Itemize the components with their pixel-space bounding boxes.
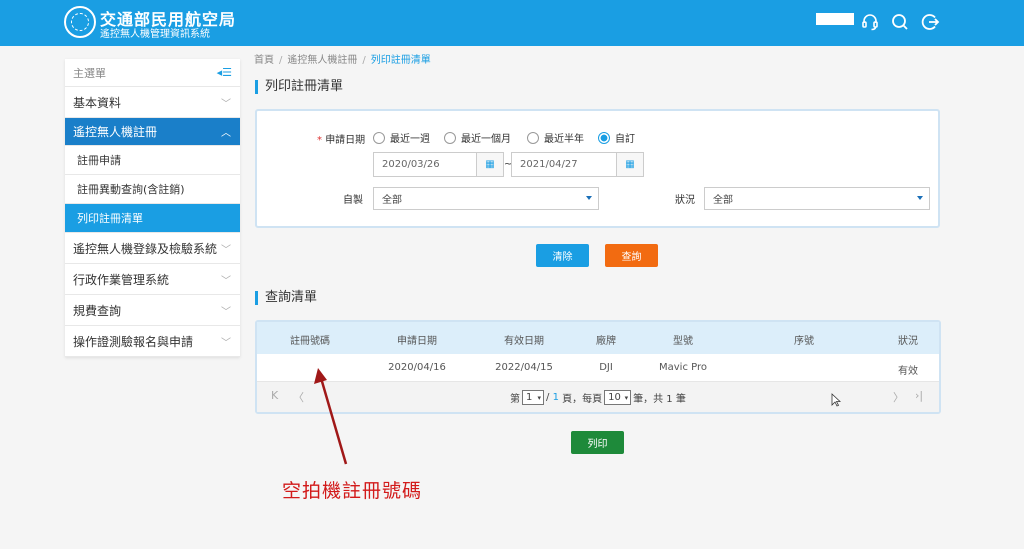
sidebar-item-label: 基本資料 xyxy=(73,95,122,110)
calendar-icon[interactable]: ▦ xyxy=(616,152,644,177)
pager-prefix: 第 xyxy=(510,394,520,405)
select-value: 全部 xyxy=(382,195,402,206)
chevron-down-icon: ﹀ xyxy=(221,275,231,287)
radio-dot-selected xyxy=(598,131,610,144)
sidebar-header: 主選單 ◂☰ xyxy=(65,59,240,87)
column-header[interactable]: 序號 xyxy=(794,332,814,347)
radio-last-half-year[interactable]: 最近半年 xyxy=(527,130,584,145)
cell-valid-date: 2022/04/15 xyxy=(495,362,553,373)
sidebar-item-exam-registration[interactable]: 操作證測驗報名與申請 ﹀ xyxy=(65,326,240,357)
date-to-input[interactable]: 2021/04/27 xyxy=(511,152,617,177)
date-label: * 申請日期 xyxy=(317,135,366,146)
chevron-down-icon: ﹀ xyxy=(221,98,231,110)
pager-slash: / xyxy=(546,392,550,403)
sidebar-item-label: 遙控無人機登錄及檢驗系統 xyxy=(73,241,218,256)
user-name-box[interactable] xyxy=(816,13,854,25)
status-select[interactable]: 全部 xyxy=(704,187,930,210)
page-select[interactable]: 1 ▾ xyxy=(522,390,544,405)
sidebar-subitem-apply[interactable]: 註冊申請 xyxy=(65,146,240,175)
column-header[interactable]: 有效日期 xyxy=(504,332,544,347)
sidebar: 主選單 ◂☰ 基本資料 ﹀ 遙控無人機註冊 ︿ 註冊申請 註冊異動查詢(含註銷)… xyxy=(65,59,240,357)
sidebar-subitem-print-list[interactable]: 列印註冊清單 xyxy=(65,204,240,233)
last-page-icon[interactable]: ›| xyxy=(915,389,923,402)
print-button[interactable]: 列印 xyxy=(571,431,624,454)
app-header: 交通部民用航空局 遙控無人機管理資訊系統 xyxy=(0,0,1024,46)
chevron-down-icon: ﹀ xyxy=(221,244,231,256)
cell-model: Mavic Pro xyxy=(659,362,707,373)
logout-icon[interactable] xyxy=(920,12,940,32)
column-header[interactable]: 型號 xyxy=(673,332,693,347)
column-header[interactable]: 廠牌 xyxy=(596,332,616,347)
sidebar-item-fee-query[interactable]: 規費查詢 ﹀ xyxy=(65,295,240,326)
sidebar-item-drone-registration[interactable]: 遙控無人機註冊 ︿ xyxy=(65,118,240,146)
radio-dot xyxy=(373,131,385,144)
sidebar-item-label: 規費查詢 xyxy=(73,303,122,318)
breadcrumb-home[interactable]: 首頁 xyxy=(254,55,274,66)
next-page-icon[interactable]: 〉 xyxy=(893,389,904,405)
chevron-down-icon: ﹀ xyxy=(221,306,231,318)
breadcrumb: 首頁 / 遙控無人機註冊 / 列印註冊清單 xyxy=(254,55,431,66)
caret-down-icon xyxy=(917,196,923,200)
results-title: 查詢清單 xyxy=(255,291,317,305)
sidebar-item-label: 操作證測驗報名與申請 xyxy=(73,334,194,349)
query-button[interactable]: 查詢 xyxy=(605,244,658,267)
caa-logo xyxy=(64,6,96,38)
column-header[interactable]: 申請日期 xyxy=(397,332,437,347)
cell-apply-date: 2020/04/16 xyxy=(388,362,446,373)
pager-info: 第 1 ▾ / 1 頁，每頁 10 ▾ 筆，共 1 筆 xyxy=(510,390,686,405)
cell-brand: DJI xyxy=(599,362,613,373)
per-page-select[interactable]: 10 ▾ xyxy=(604,390,632,405)
sidebar-item-label: 行政作業管理系統 xyxy=(73,272,170,287)
prev-page-icon[interactable]: 〈 xyxy=(293,389,304,405)
annotation-label: 空拍機註冊號碼 xyxy=(282,480,423,502)
page-title: 列印註冊清單 xyxy=(255,80,343,94)
menu-toggle-icon[interactable]: ◂☰ xyxy=(217,66,232,79)
sidebar-item-inspection-system[interactable]: 遙控無人機登錄及檢驗系統 ﹀ xyxy=(65,233,240,264)
chevron-up-icon: ︿ xyxy=(221,128,231,139)
sidebar-subitem-change-query[interactable]: 註冊異動查詢(含註銷) xyxy=(65,175,240,204)
breadcrumb-registration[interactable]: 遙控無人機註冊 xyxy=(287,55,357,66)
support-icon[interactable] xyxy=(860,12,880,32)
radio-last-month[interactable]: 最近一個月 xyxy=(444,130,511,145)
caret-down-icon xyxy=(586,196,592,200)
radio-last-week[interactable]: 最近一週 xyxy=(373,130,430,145)
status-label: 狀況 xyxy=(675,195,695,206)
search-panel: * 申請日期 最近一週 最近一個月 最近半年 自訂 2020/03/26 ▦ ~… xyxy=(255,109,940,228)
sidebar-item-admin-system[interactable]: 行政作業管理系統 ﹀ xyxy=(65,264,240,295)
total-pages: 1 xyxy=(552,392,559,403)
sidebar-item-label: 遙控無人機註冊 xyxy=(73,125,158,139)
first-page-icon[interactable]: K xyxy=(271,389,278,402)
self-made-select[interactable]: 全部 xyxy=(373,187,599,210)
sidebar-item-basic-info[interactable]: 基本資料 ﹀ xyxy=(65,87,240,118)
column-header[interactable]: 註冊號碼 xyxy=(290,332,330,347)
pager-suffix: 筆，共 1 筆 xyxy=(633,394,686,405)
radio-dot xyxy=(527,131,539,144)
breadcrumb-current: 列印註冊清單 xyxy=(370,55,431,66)
main-menu-label: 主選單 xyxy=(73,66,106,80)
mouse-cursor-icon xyxy=(831,393,841,407)
radio-dot xyxy=(444,131,456,144)
radio-custom[interactable]: 自訂 xyxy=(598,130,635,145)
annotation-arrow-icon xyxy=(314,368,348,465)
self-made-label: 自製 xyxy=(343,195,363,206)
search-icon[interactable] xyxy=(890,12,910,32)
clear-button[interactable]: 清除 xyxy=(536,244,589,267)
app-subtitle: 遙控無人機管理資訊系統 xyxy=(100,29,210,40)
chevron-down-icon: ﹀ xyxy=(221,337,231,349)
select-value: 全部 xyxy=(713,195,733,206)
column-header[interactable]: 狀況 xyxy=(898,332,918,347)
calendar-icon[interactable]: ▦ xyxy=(476,152,504,177)
pager-mid: 頁，每頁 xyxy=(562,394,603,405)
table-header: 註冊號碼 申請日期 有效日期 廠牌 型號 序號 狀況 xyxy=(257,322,939,354)
cell-status: 有效 xyxy=(898,366,918,377)
date-from-input[interactable]: 2020/03/26 xyxy=(373,152,477,177)
